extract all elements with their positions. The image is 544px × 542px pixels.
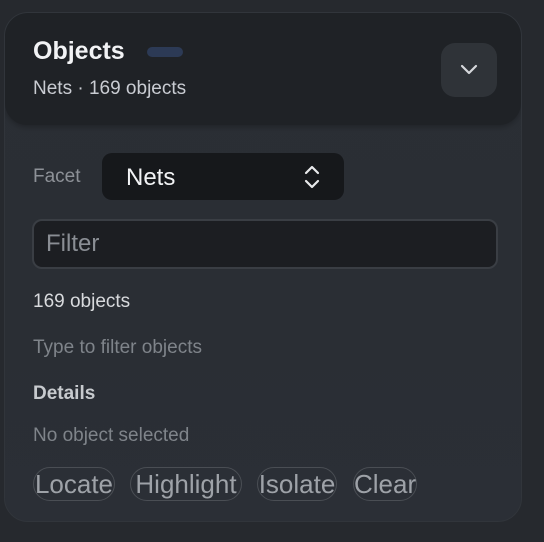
panel-header: Objects Nets · 169 objects [5, 13, 521, 125]
collapse-button[interactable] [441, 43, 497, 97]
panel-subtitle: Nets · 169 objects [33, 78, 187, 99]
object-count: 169 objects [33, 291, 131, 312]
chevron-down-icon [460, 64, 478, 75]
filter-input[interactable] [32, 219, 498, 269]
isolate-button[interactable]: Isolate [257, 467, 337, 501]
up-down-chevron-icon [304, 165, 320, 189]
panel-title: Objects [33, 37, 125, 65]
locate-button[interactable]: Locate [33, 467, 115, 501]
status-indicator [147, 47, 183, 57]
details-empty-text: No object selected [33, 425, 190, 446]
filter-hint: Type to filter objects [33, 337, 202, 358]
facet-selected-value: Nets [126, 164, 176, 191]
objects-panel: Objects Nets · 169 objects Facet Nets 16… [4, 12, 522, 522]
clear-button[interactable]: Clear [353, 467, 417, 501]
facet-label: Facet [33, 166, 81, 187]
details-heading: Details [33, 383, 96, 404]
highlight-button[interactable]: Highlight [130, 467, 242, 501]
facet-select[interactable]: Nets [102, 153, 344, 200]
